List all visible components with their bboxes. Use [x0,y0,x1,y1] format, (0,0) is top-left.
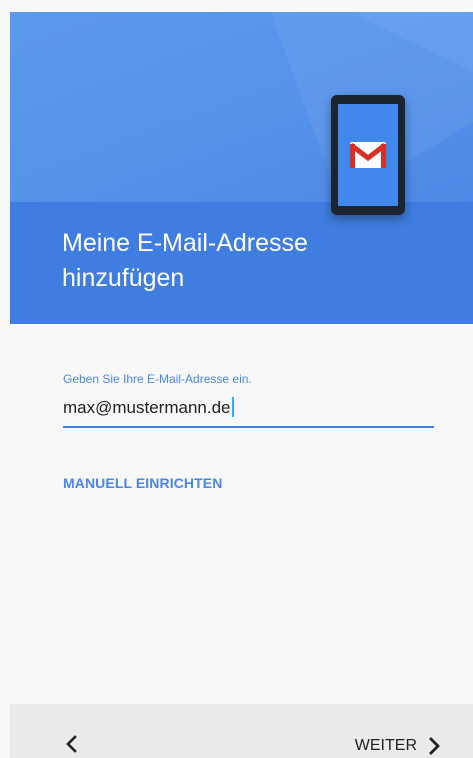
page-title: Meine E-Mail-Adresse hinzufügen [62,229,308,292]
text-cursor [231,397,234,417]
next-button[interactable]: WEITER [355,734,441,758]
email-field-value[interactable]: max@mustermann.de [63,398,231,417]
header-banner: Meine E-Mail-Adresse hinzufügen [10,12,473,324]
email-field[interactable]: max@mustermann.de [63,396,434,428]
bottom-navigation-bar: WEITER [10,704,473,758]
phone-screen [338,104,398,206]
gmail-icon [349,142,387,168]
phone-illustration [331,95,405,215]
next-button-label: WEITER [354,737,417,754]
manual-setup-link[interactable]: MANUELL EINRICHTEN [63,475,222,491]
email-field-label: Geben Sie Ihre E-Mail-Adresse ein. [63,372,252,386]
chevron-right-icon [429,737,440,755]
chevron-left-icon[interactable] [60,732,84,756]
